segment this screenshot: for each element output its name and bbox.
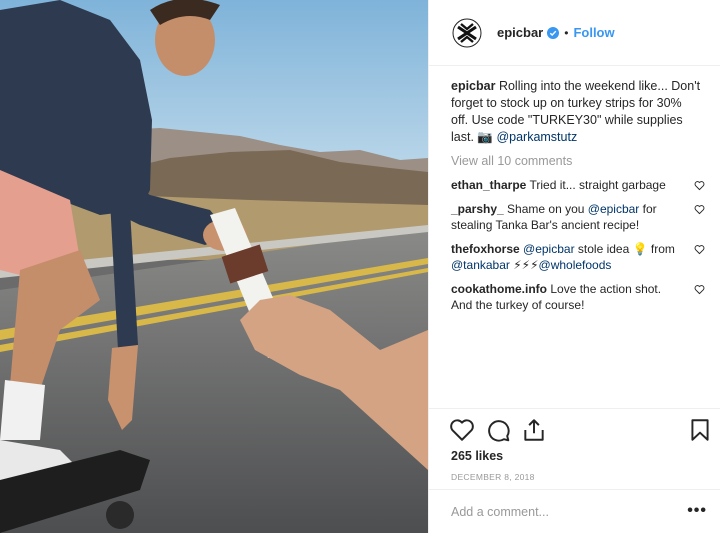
verified-badge-icon (547, 26, 560, 39)
comment-mention[interactable]: @epicbar (523, 242, 575, 256)
comment-icon[interactable] (485, 417, 511, 443)
caption-mention[interactable]: @parkamstutz (496, 130, 577, 144)
comment-like-heart-icon[interactable] (694, 180, 705, 191)
post-actions: 265 likes DECEMBER 8, 2018 ••• (429, 408, 720, 533)
more-options-button[interactable]: ••• (687, 502, 707, 520)
caption-username[interactable]: epicbar (451, 79, 495, 93)
comment-body: Tried it... straight garbage (526, 178, 666, 192)
post-caption: epicbar Rolling into the weekend like...… (451, 78, 701, 146)
likes-count[interactable]: 265 likes (451, 449, 503, 463)
comment-body: ⚡⚡⚡ (509, 258, 539, 272)
comment-item: _parshy_ Shame on you @epicbar for steal… (451, 201, 705, 234)
post-author-username[interactable]: epicbar (497, 25, 543, 40)
comment-username[interactable]: thefoxhorse (451, 242, 520, 256)
view-all-comments-link[interactable]: View all 10 comments (451, 153, 713, 170)
comment-body: stole idea 💡 from (574, 241, 675, 256)
comment-body: Shame on you (503, 201, 588, 216)
comment-like-heart-icon[interactable] (694, 244, 705, 255)
comment-text: ethan_tharpe Tried it... straight garbag… (451, 177, 679, 194)
add-comment-input[interactable] (451, 502, 671, 522)
comment-mention[interactable]: @tankabar (451, 258, 510, 272)
comment-text: thefoxhorse @epicbar stole idea 💡 from @… (451, 241, 679, 274)
epicbar-logo-icon[interactable] (451, 17, 483, 49)
comment-username[interactable]: ethan_tharpe (451, 178, 526, 192)
comment-username[interactable]: cookathome.info (451, 282, 547, 296)
comment-text: _parshy_ Shame on you @epicbar for steal… (451, 201, 679, 234)
header-separator: • (564, 25, 569, 40)
instagram-post: epicbar • Follow epicbar Rolling into th… (0, 0, 720, 533)
action-icons-row (449, 417, 711, 445)
comment-like-heart-icon[interactable] (694, 284, 705, 295)
comment-item: ethan_tharpe Tried it... straight garbag… (451, 177, 705, 194)
bookmark-icon[interactable] (687, 417, 713, 443)
comment-item: cookathome.info Love the action shot. An… (451, 281, 705, 314)
comment-username[interactable]: _parshy_ (451, 202, 504, 216)
skateboard-photo (0, 0, 428, 533)
comment-text: cookathome.info Love the action shot. An… (451, 281, 679, 314)
comment-like-heart-icon[interactable] (694, 204, 705, 215)
follow-button[interactable]: Follow (573, 25, 614, 40)
add-comment-bar: ••• (429, 489, 720, 533)
post-side-panel: epicbar • Follow epicbar Rolling into th… (428, 0, 720, 533)
post-header: epicbar • Follow (429, 0, 720, 66)
comment-item: thefoxhorse @epicbar stole idea 💡 from @… (451, 241, 705, 274)
comments-section: epicbar Rolling into the weekend like...… (451, 78, 713, 314)
post-date: DECEMBER 8, 2018 (451, 472, 535, 482)
share-icon[interactable] (521, 417, 547, 443)
comment-mention[interactable]: @epicbar (588, 202, 640, 216)
heart-icon[interactable] (449, 417, 475, 443)
comment-mention[interactable]: @wholefoods (539, 258, 612, 272)
post-photo[interactable] (0, 0, 428, 533)
